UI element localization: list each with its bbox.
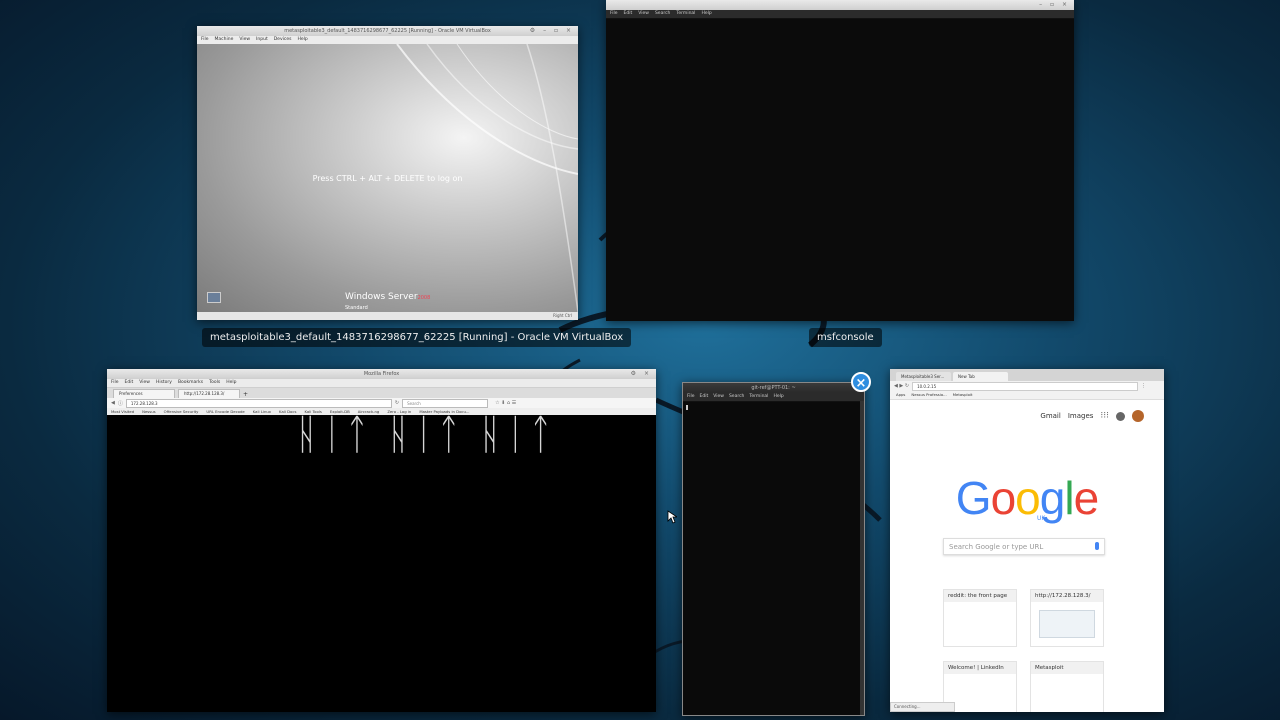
menu-help[interactable]: Help	[226, 379, 236, 387]
google-search-input[interactable]: Search Google or type URL	[943, 538, 1105, 555]
firefox-tabstrip: Preferences http://172.28.128.3/ +	[107, 388, 656, 398]
window-controls-icon[interactable]: ⚙ ×	[631, 369, 652, 379]
menu-view[interactable]: View	[239, 36, 250, 44]
apps-grid-icon[interactable]: ⁝⁝⁝	[1100, 411, 1109, 421]
close-window-button[interactable]: ×	[851, 372, 871, 392]
logon-prompt: Press CTRL + ALT + DELETE to log on	[312, 174, 463, 183]
virtualbox-window[interactable]: metasploitable3_default_1483716298677_62…	[197, 26, 578, 320]
notifications-icon[interactable]	[1116, 411, 1125, 421]
microphone-icon[interactable]	[1095, 542, 1099, 550]
gmail-link[interactable]: Gmail	[1040, 412, 1060, 420]
msf-terminal-output[interactable]	[606, 18, 1074, 321]
bookmark-item[interactable]: Metasploit	[953, 391, 973, 399]
host-key-label: Right Ctrl	[553, 313, 572, 318]
chrome-status-bubble: Connecting...	[890, 702, 955, 712]
menu-edit[interactable]: Edit	[125, 379, 134, 387]
msfconsole-window[interactable]: – ▫ × File Edit View Search Terminal Hel…	[606, 0, 1074, 321]
tab-new-tab[interactable]: New Tab	[953, 372, 1008, 381]
google-logo: Google	[955, 472, 1099, 524]
menu-search[interactable]: Search	[729, 393, 744, 401]
menu-edit[interactable]: Edit	[700, 393, 709, 401]
menu-icon[interactable]: ⋮	[1141, 383, 1146, 389]
reload-icon[interactable]: ↻	[395, 400, 399, 406]
window-controls-icon[interactable]: – ▫ ×	[1039, 0, 1070, 10]
tab-metasploitable[interactable]: Metasploitable3 Ser...	[896, 372, 951, 381]
firefox-titlebar[interactable]: Mozilla Firefox ⚙ ×	[107, 369, 656, 379]
menu-view[interactable]: View	[713, 393, 724, 401]
back-icon[interactable]: ◀ ▶ ↻	[894, 383, 909, 389]
back-icon[interactable]: ◀	[111, 400, 115, 406]
firefox-navbar: ◀ ⓘ 172.28.128.3 ↻ Search ☆ ⬇ ⌂ ☰	[107, 398, 656, 408]
window-controls-icon[interactable]: ⚙ – ▫ ×	[530, 26, 574, 36]
menu-view[interactable]: View	[638, 10, 649, 18]
menu-help[interactable]: Help	[297, 36, 307, 44]
terminal-window[interactable]: git-ref@PTT-01: ~ File Edit View Search …	[682, 382, 865, 716]
menu-help[interactable]: Help	[773, 393, 783, 401]
chrome-window[interactable]: Metasploitable3 Ser... New Tab ◀ ▶ ↻ 10.…	[890, 369, 1164, 712]
terminal-menubar: File Edit View Search Terminal Help	[683, 393, 864, 402]
menu-help[interactable]: Help	[701, 10, 711, 18]
chrome-tabstrip: Metasploitable3 Ser... New Tab	[890, 369, 1164, 381]
menu-file[interactable]: File	[687, 393, 695, 401]
firefox-url-bar[interactable]: 172.28.128.3	[125, 398, 392, 408]
page-art-graphic: ᚺᛁᛏ ᚺᛁᛏ ᚺᛁᛏ	[297, 409, 557, 459]
firefox-menubar: File Edit View History Bookmarks Tools H…	[107, 379, 656, 388]
menu-tools[interactable]: Tools	[209, 379, 220, 387]
terminal-cursor	[686, 405, 688, 410]
new-tab-icon[interactable]: +	[243, 391, 248, 398]
menu-input[interactable]: Input	[256, 36, 268, 44]
firefox-search-box[interactable]: Search	[402, 398, 489, 408]
most-visited-tile[interactable]: Metasploit	[1030, 661, 1104, 712]
menu-devices[interactable]: Devices	[274, 36, 292, 44]
firefox-window[interactable]: Mozilla Firefox ⚙ × File Edit View Histo…	[107, 369, 656, 712]
menu-machine[interactable]: Machine	[215, 36, 234, 44]
firefox-title: Mozilla Firefox	[363, 371, 400, 377]
menu-bookmarks[interactable]: Bookmarks	[178, 379, 203, 387]
menu-terminal[interactable]: Terminal	[749, 393, 768, 401]
vbox-titlebar[interactable]: metasploitable3_default_1483716298677_62…	[197, 26, 578, 36]
msf-titlebar[interactable]: – ▫ ×	[606, 0, 1074, 10]
tab-target[interactable]: http://172.28.128.3/	[178, 389, 240, 398]
vm-screen[interactable]: Press CTRL + ALT + DELETE to log on	[197, 44, 578, 312]
menu-file[interactable]: File	[201, 36, 209, 44]
terminal-title: git-ref@PTT-01: ~	[751, 385, 796, 391]
chrome-bookmarks-bar: Apps Nessus Professio... Metasploit	[890, 391, 1164, 400]
firefox-page-content[interactable]: ᚺᛁᛏ ᚺᛁᛏ ᚺᛁᛏ	[107, 409, 656, 712]
bookmark-item[interactable]: Nessus Professio...	[911, 391, 946, 399]
menu-view[interactable]: View	[139, 379, 150, 387]
vbox-caption[interactable]: metasploitable3_default_1483716298677_62…	[202, 328, 632, 347]
vbox-statusbar: Right Ctrl	[197, 312, 578, 320]
most-visited-tile[interactable]: reddit: the front page	[943, 589, 1017, 647]
tab-preferences[interactable]: Preferences	[113, 389, 175, 398]
terminal-titlebar[interactable]: git-ref@PTT-01: ~	[683, 383, 864, 393]
menu-file[interactable]: File	[610, 10, 618, 18]
msf-caption[interactable]: msfconsole	[809, 328, 882, 347]
chrome-toolbar: ◀ ▶ ↻ 10.0.2.15 ⋮	[890, 381, 1164, 391]
most-visited-tile[interactable]: http://172.28.128.3/	[1030, 589, 1104, 647]
chrome-omnibox[interactable]: 10.0.2.15	[912, 381, 1139, 391]
google-region-label: UK	[1037, 515, 1046, 522]
menu-history[interactable]: History	[156, 379, 172, 387]
menu-edit[interactable]: Edit	[624, 10, 633, 18]
toolbar-icons[interactable]: ☆ ⬇ ⌂ ☰	[495, 400, 516, 406]
google-header-links: Gmail Images ⁝⁝⁝	[1040, 410, 1144, 422]
bookmark-item[interactable]: Apps	[896, 391, 905, 399]
images-link[interactable]: Images	[1068, 412, 1094, 420]
info-icon[interactable]: ⓘ	[118, 400, 123, 407]
menu-file[interactable]: File	[111, 379, 119, 387]
menu-search[interactable]: Search	[655, 10, 670, 18]
vbox-title: metasploitable3_default_1483716298677_62…	[284, 28, 491, 34]
avatar[interactable]	[1132, 410, 1144, 422]
windows-server-logo: Windows Server2008 Standard	[345, 292, 431, 311]
menu-terminal[interactable]: Terminal	[676, 10, 695, 18]
terminal-scrollbar[interactable]	[860, 401, 864, 715]
accessibility-icon[interactable]	[207, 292, 221, 303]
